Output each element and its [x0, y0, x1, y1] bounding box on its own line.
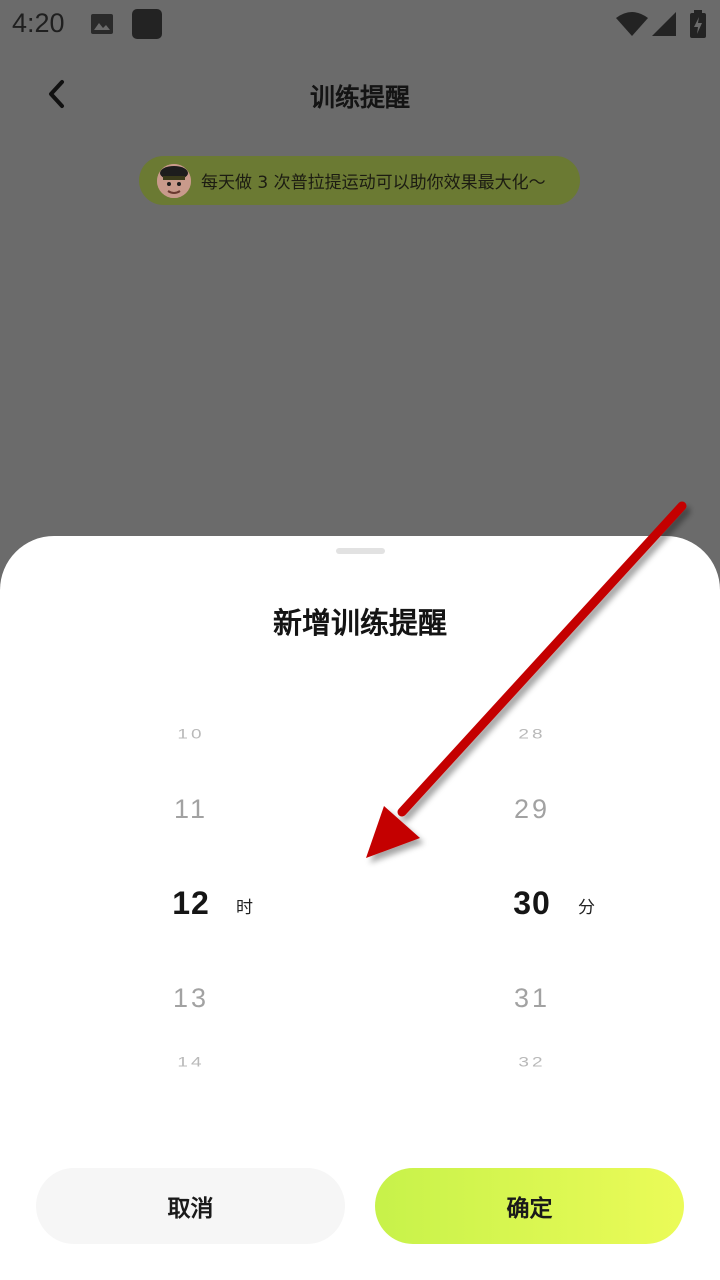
- add-reminder-sheet: 新增训练提醒 10 11 12 13 14 时 28 29 30 31 32 分…: [0, 536, 720, 1280]
- sheet-title: 新增训练提醒: [272, 606, 447, 640]
- character-avatar-icon: [157, 163, 191, 198]
- signal-icon: [652, 12, 676, 40]
- battery-icon: [690, 10, 706, 42]
- hour-selected[interactable]: 12: [131, 885, 251, 922]
- status-bar: 4:20: [0, 0, 720, 48]
- app-square-icon: [132, 9, 162, 43]
- tip-banner: 每天做 3 次普拉提运动可以助你效果最大化～: [139, 156, 580, 205]
- wifi-icon: [616, 12, 648, 40]
- page-title: 训练提醒: [309, 83, 410, 112]
- tip-text: 每天做 3 次普拉提运动可以助你效果最大化～: [201, 173, 546, 193]
- hour-option-above[interactable]: 11: [131, 794, 251, 825]
- status-time: 4:20: [12, 8, 65, 38]
- minute-option-above[interactable]: 29: [472, 794, 592, 825]
- minute-unit-label: 分: [578, 898, 595, 918]
- image-icon: [90, 13, 114, 39]
- minute-option-below[interactable]: 31: [472, 983, 592, 1014]
- minute-option-far-below[interactable]: 32: [472, 1055, 592, 1071]
- hour-unit-label: 时: [236, 898, 253, 918]
- hour-option-below[interactable]: 13: [131, 983, 251, 1014]
- minute-option-far-above[interactable]: 28: [472, 727, 592, 743]
- sheet-drag-handle[interactable]: [336, 548, 385, 554]
- hour-option-far-below[interactable]: 14: [131, 1055, 251, 1071]
- hour-option-far-above[interactable]: 10: [131, 727, 251, 743]
- minute-selected[interactable]: 30: [472, 885, 592, 922]
- cancel-button[interactable]: 取消: [36, 1168, 345, 1244]
- confirm-button[interactable]: 确定: [375, 1168, 684, 1244]
